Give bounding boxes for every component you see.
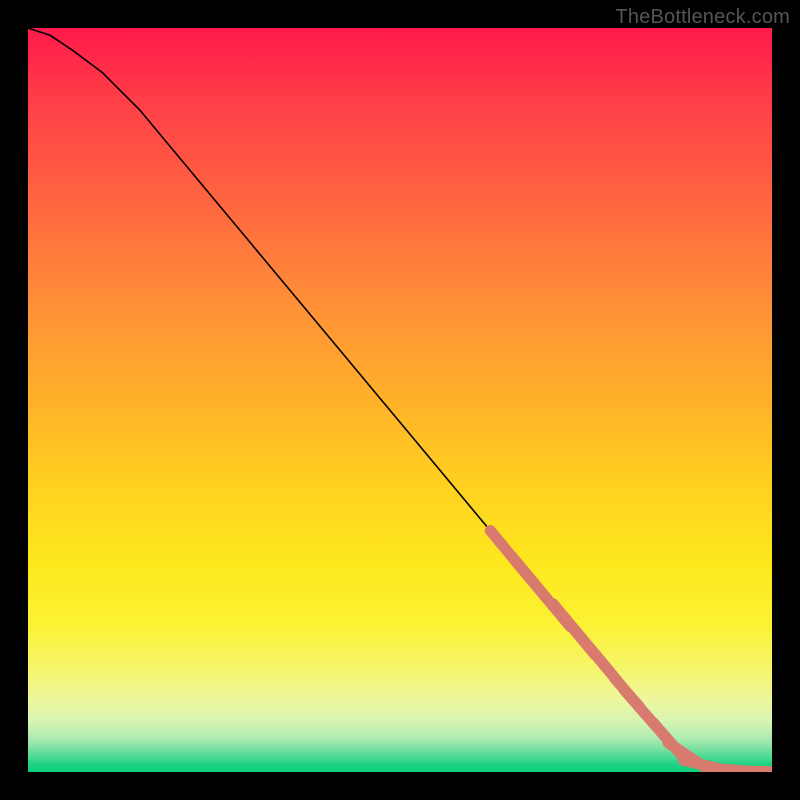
marker-group [490, 531, 772, 773]
bottleneck-curve [28, 28, 772, 772]
chart-stage: TheBottleneck.com [0, 0, 800, 800]
plot-area [28, 28, 772, 772]
chart-overlay [28, 28, 772, 772]
watermark-text: TheBottleneck.com [615, 6, 790, 29]
